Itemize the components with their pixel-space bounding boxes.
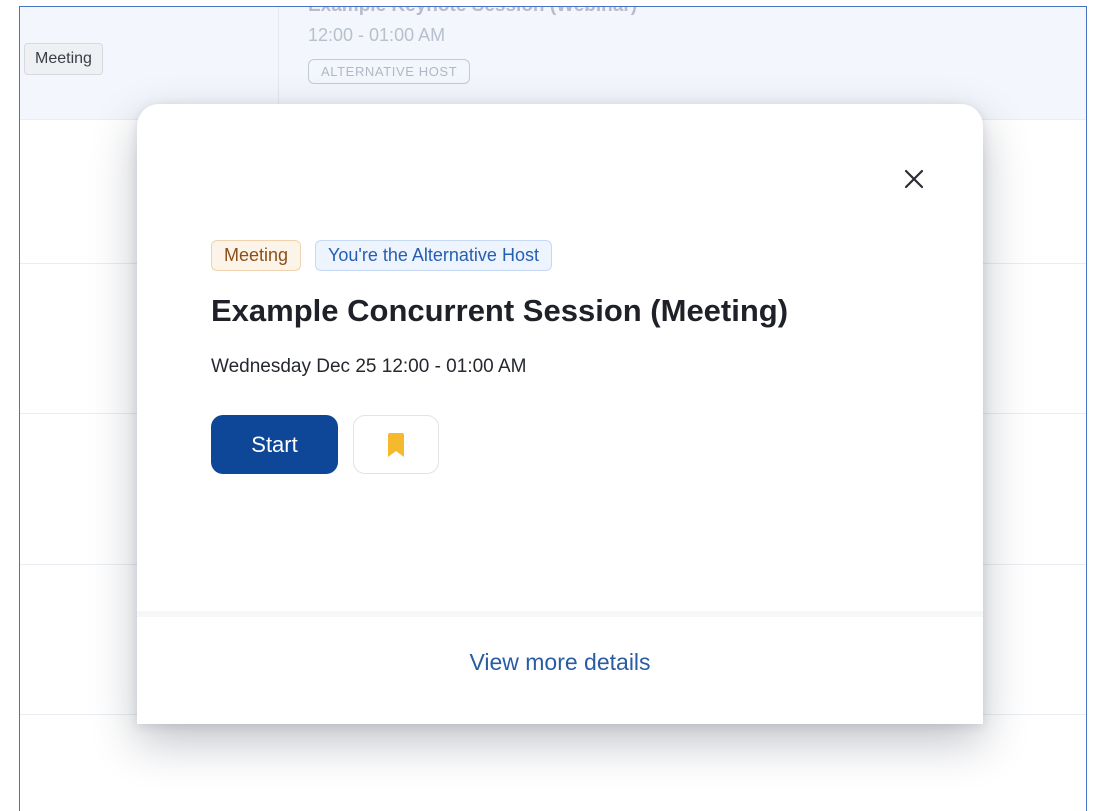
event-title: Example Concurrent Session (Meeting) [211, 293, 789, 328]
close-icon [904, 169, 924, 189]
app-frame: Meeting Example Keynote Session (Webinar… [19, 6, 1087, 811]
alternative-host-tag: You're the Alternative Host [315, 240, 552, 271]
calendar-event-title[interactable]: Example Keynote Session (Webinar) [308, 7, 637, 17]
view-more-details-link[interactable]: View more details [137, 649, 983, 676]
bookmark-icon [388, 432, 404, 457]
start-button[interactable]: Start [211, 415, 338, 474]
meeting-tag: Meeting [211, 240, 302, 271]
calendar-event-badge: ALTERNATIVE HOST [308, 59, 471, 84]
event-datetime: Wednesday Dec 25 12:00 - 01:00 AM [211, 356, 527, 377]
close-button[interactable] [901, 166, 927, 192]
bookmark-button[interactable] [353, 415, 439, 474]
calendar-column-divider [278, 7, 279, 119]
event-details-modal: Meeting You're the Alternative Host Exam… [137, 104, 983, 724]
calendar-meeting-chip[interactable]: Meeting [24, 43, 103, 75]
footer-divider [137, 611, 983, 617]
event-tags: Meeting You're the Alternative Host [211, 240, 552, 271]
calendar-event-time: 12:00 - 01:00 AM [308, 25, 446, 45]
calendar-top-band [20, 7, 1086, 119]
